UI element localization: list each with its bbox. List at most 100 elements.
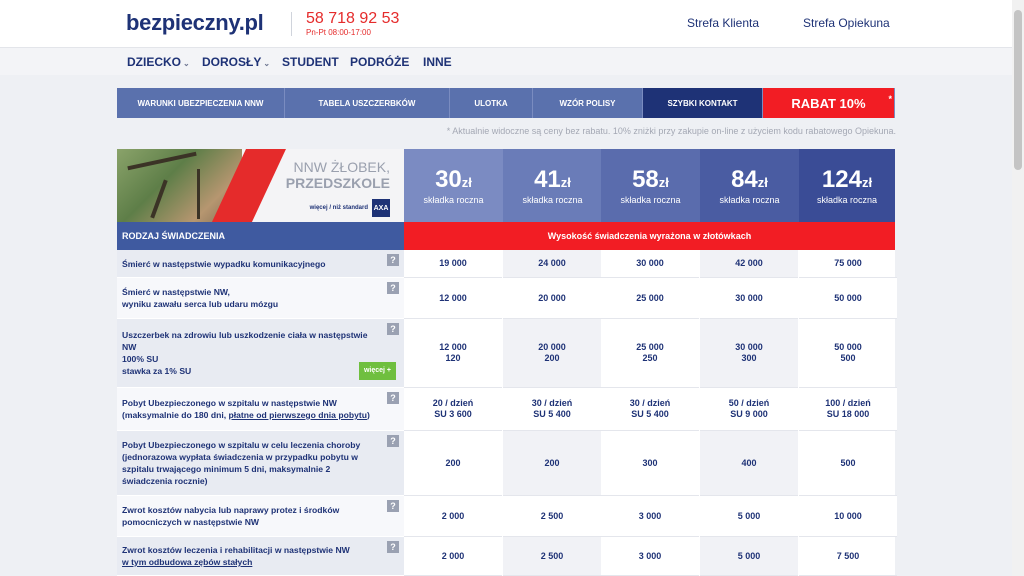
benefit-value: 200 [404,431,502,496]
help-icon[interactable]: ? [387,282,399,294]
nav-item-podroze[interactable]: PODRÓŻE [350,55,409,69]
tab-warunki[interactable]: WARUNKI UBEZPIECZENIA NNW [117,88,285,118]
site-logo[interactable]: bezpieczny.pl [126,10,264,36]
table-row: Pobyt Ubezpieczonego w szpitalu w celu l… [117,431,897,496]
help-icon[interactable]: ? [387,254,399,266]
scrollbar-thumb[interactable] [1014,10,1022,170]
product-banner: NNW ŻŁOBEK, PRZEDSZKOLE więcej / niż sta… [117,149,404,222]
benefits-table: NNW ŻŁOBEK, PRZEDSZKOLE więcej / niż sta… [117,149,897,576]
benefit-value: 30 000 [601,250,699,278]
benefit-label: Pobyt Ubezpieczonego w szpitalu w następ… [117,388,404,431]
tab-ulotka[interactable]: ULOTKA [450,88,533,118]
benefit-value: 30 000 [700,278,798,319]
benefit-value: 2 500 [503,496,601,537]
benefit-label: Zwrot kosztów nabycia lub naprawy protez… [117,496,404,537]
benefit-label: Zwrot kosztów leczenia i rehabilitacji w… [117,537,404,576]
page-scrollbar[interactable] [1012,0,1024,576]
benefit-value: 20 / dzień SU 3 600 [404,388,502,431]
benefit-value: 2 500 [503,537,601,576]
chevron-down-icon: ⌄ [183,59,190,68]
nav-item-dziecko[interactable]: DZIECKO ⌄ [127,55,190,69]
tab-szybki-kontakt[interactable]: SZYBKI KONTAKT [643,88,763,118]
help-icon[interactable]: ? [387,541,399,553]
nav-item-inne[interactable]: INNE [423,55,452,69]
opening-hours: Pn-Pt 08:00-17:00 [306,28,371,37]
benefit-value: 100 / dzień SU 18 000 [799,388,897,431]
table-row: Zwrot kosztów leczenia i rehabilitacji w… [117,537,897,576]
price-amount: 58zł [632,166,669,193]
price-amount: 84zł [731,166,768,193]
price-label: składka roczna [719,195,780,205]
benefit-value: 12 000 120 [404,319,502,388]
benefit-value: 3 000 [601,496,699,537]
phone-number[interactable]: 58 718 92 53 [306,10,399,28]
benefit-value: 24 000 [503,250,601,278]
table-row: Zwrot kosztów nabycia lub naprawy protez… [117,496,897,537]
guardian-zone-link[interactable]: Strefa Opiekuna [803,16,890,30]
more-button[interactable]: więcej + [358,362,396,380]
benefit-value: 30 / dzień SU 5 400 [601,388,699,431]
header-divider [291,12,292,36]
benefit-value: 20 000 [503,278,601,319]
price-label: składka roczna [423,195,484,205]
chevron-down-icon: ⌄ [263,59,271,68]
benefit-value: 42 000 [700,250,798,278]
benefit-label: Pobyt Ubezpieczonego w szpitalu w celu l… [117,431,404,496]
benefit-value: 5 000 [700,537,798,576]
price-amount: 30zł [435,166,472,193]
benefit-value: 50 000 [799,278,897,319]
benefit-value: 10 000 [799,496,897,537]
benefit-value: 19 000 [404,250,502,278]
help-icon[interactable]: ? [387,323,399,335]
tab-wzor-polisy[interactable]: WZÓR POLISY [533,88,643,118]
help-icon[interactable]: ? [387,500,399,512]
tab-rabat[interactable]: RABAT 10% * [763,88,895,118]
site-header: bezpieczny.pl 58 718 92 53 Pn-Pt 08:00-1… [0,0,1012,47]
benefit-value: 7 500 [799,537,897,576]
benefit-value: 400 [700,431,798,496]
benefit-value: 2 000 [404,537,502,576]
benefit-label: Śmierć w następstwie NW, wyniku zawału s… [117,278,404,319]
benefit-value: 5 000 [700,496,798,537]
benefit-value: 30 / dzień SU 5 400 [503,388,601,431]
benefit-value: 20 000 200 [503,319,601,388]
benefit-value: 50 000 500 [799,319,897,388]
benefit-value: 25 000 [601,278,699,319]
price-column-1[interactable]: 30zł składka roczna [404,149,503,222]
product-tabs: WARUNKI UBEZPIECZENIA NNW TABELA USZCZER… [117,88,895,118]
price-column-2[interactable]: 41zł składka roczna [503,149,602,222]
table-row: Pobyt Ubezpieczonego w szpitalu w następ… [117,388,897,431]
benefit-value: 3 000 [601,537,699,576]
table-row: Uszczerbek na zdrowiu lub uszkodzenie ci… [117,319,897,388]
benefit-value: 300 [601,431,699,496]
benefit-link[interactable]: płatne od pierwszego dnia pobytu [229,410,367,420]
benefit-value: 75 000 [799,250,897,278]
product-title: NNW ŻŁOBEK, PRZEDSZKOLE [285,159,390,191]
price-label: składka roczna [522,195,583,205]
benefit-link[interactable]: w tym odbudowa zębów stałych [122,557,252,567]
price-column-5[interactable]: 124zł składka roczna [799,149,895,222]
help-icon[interactable]: ? [387,392,399,404]
help-icon[interactable]: ? [387,435,399,447]
nav-item-dorosly[interactable]: DOROSŁY ⌄ [202,55,270,69]
discount-note: * Aktualnie widoczne są ceny bez rabatu.… [446,126,896,136]
price-column-4[interactable]: 84zł składka roczna [700,149,799,222]
benefit-label: Śmierć w następstwie wypadku komunikacyj… [117,250,404,278]
client-zone-link[interactable]: Strefa Klienta [687,16,759,30]
price-column-3[interactable]: 58zł składka roczna [601,149,700,222]
table-row: Śmierć w następstwie wypadku komunikacyj… [117,250,897,278]
benefit-amount-header: Wysokość świadczenia wyrażona w złotówka… [404,222,895,250]
asterisk-icon: * [888,94,892,104]
price-amount: 124zł [821,166,873,193]
benefit-value: 500 [799,431,897,496]
price-label: składka roczna [816,195,878,205]
tab-tabela-uszczerbkow[interactable]: TABELA USZCZERBKÓW [285,88,450,118]
benefit-value: 12 000 [404,278,502,319]
nav-item-student[interactable]: STUDENT [282,55,339,69]
price-label: składka roczna [620,195,681,205]
table-row: Śmierć w następstwie NW, wyniku zawału s… [117,278,897,319]
product-tagline: więcej / niż standard [309,205,368,211]
axa-logo: AXA [372,199,390,217]
main-nav: DZIECKO ⌄ DOROSŁY ⌄ STUDENT PODRÓŻE INNE [0,47,1012,75]
benefit-value: 200 [503,431,601,496]
